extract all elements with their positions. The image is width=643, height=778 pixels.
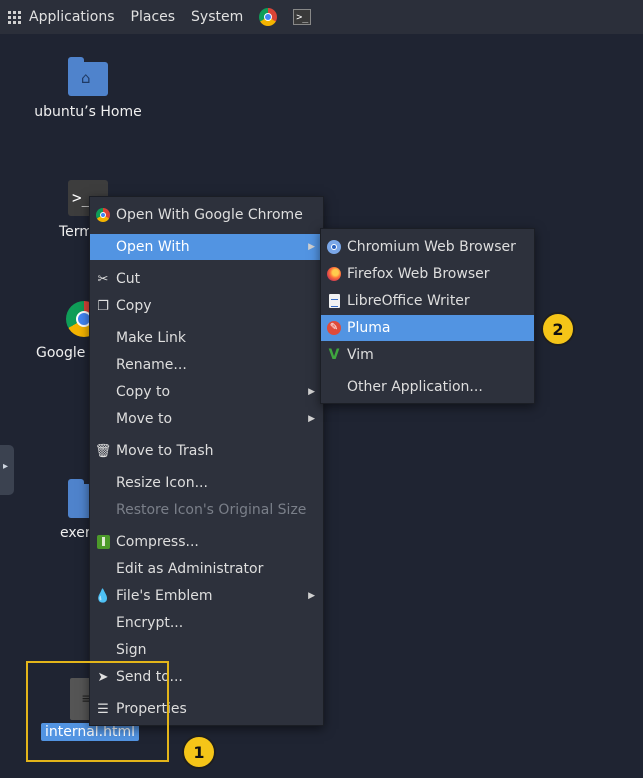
- places-menu[interactable]: Places: [131, 9, 176, 25]
- menu-item-edit-as-admin[interactable]: Edit as Administrator: [90, 556, 323, 582]
- menu-item-sign[interactable]: Sign: [90, 637, 323, 663]
- firefox-icon: [327, 267, 341, 281]
- highlight-box: [26, 661, 169, 762]
- menu-label: Other Application...: [347, 379, 483, 395]
- menu-label: Firefox Web Browser: [347, 266, 490, 282]
- submenu-item-vim[interactable]: V Vim: [321, 342, 534, 368]
- applications-menu[interactable]: Applications: [8, 9, 115, 25]
- menu-item-move-to-trash[interactable]: 🗑 Move to Trash: [90, 438, 323, 464]
- submenu-item-other-application[interactable]: Other Application...: [321, 374, 534, 400]
- menu-item-move-to[interactable]: Move to ▶: [90, 406, 323, 432]
- submenu-item-pluma[interactable]: ✎ Pluma: [321, 315, 534, 341]
- menu-label: Sign: [116, 642, 147, 658]
- trash-icon: 🗑: [94, 443, 112, 459]
- menu-label: Make Link: [116, 330, 186, 346]
- side-panel-handle[interactable]: [0, 445, 14, 495]
- home-folder-icon: ⌂: [68, 57, 108, 96]
- menu-label: Open With Google Chrome: [116, 207, 303, 223]
- terminal-icon: >_: [293, 9, 312, 25]
- menu-label: Vim: [347, 347, 374, 363]
- top-panel: Applications Places System >_: [0, 0, 643, 34]
- menu-item-rename[interactable]: Rename...: [90, 352, 323, 378]
- drop-icon: 💧: [94, 588, 112, 604]
- terminal-label: Term: [59, 224, 93, 240]
- chrome-icon: [96, 208, 110, 222]
- menu-label: Chromium Web Browser: [347, 239, 516, 255]
- menu-label: Edit as Administrator: [116, 561, 264, 577]
- vim-icon: V: [328, 347, 340, 363]
- menu-item-make-link[interactable]: Make Link: [90, 325, 323, 351]
- menu-label: Copy: [116, 298, 152, 314]
- menu-item-open-with-chrome[interactable]: Open With Google Chrome: [90, 202, 323, 228]
- menu-label: Compress...: [116, 534, 199, 550]
- desktop-icon-home[interactable]: ⌂ ubuntu’s Home: [30, 57, 146, 120]
- submenu-item-firefox[interactable]: Firefox Web Browser: [321, 261, 534, 287]
- menu-label: Cut: [116, 271, 141, 287]
- system-menu[interactable]: System: [191, 9, 243, 25]
- menu-item-open-with[interactable]: Open With ▶: [90, 234, 323, 260]
- applications-label: Applications: [29, 9, 115, 25]
- annotation-badge-1: 1: [182, 735, 216, 769]
- writer-icon: [328, 294, 340, 308]
- menu-item-restore-icon-size: Restore Icon's Original Size: [90, 497, 323, 523]
- submenu-arrow-icon: ▶: [308, 591, 315, 601]
- submenu-arrow-icon: ▶: [308, 387, 315, 397]
- terminal-launcher[interactable]: >_: [293, 9, 312, 25]
- menu-label: Copy to: [116, 384, 171, 400]
- menu-item-compress[interactable]: Compress...: [90, 529, 323, 555]
- menu-item-files-emblem[interactable]: 💧 File's Emblem ▶: [90, 583, 323, 609]
- copy-icon: ❐: [97, 298, 109, 314]
- menu-item-encrypt[interactable]: Encrypt...: [90, 610, 323, 636]
- home-label: ubuntu’s Home: [34, 104, 142, 120]
- home-icon: ⌂: [81, 69, 91, 87]
- menu-label: Restore Icon's Original Size: [116, 502, 307, 518]
- annotation-badge-2: 2: [541, 312, 575, 346]
- open-with-submenu: Chromium Web Browser Firefox Web Browser…: [320, 228, 535, 404]
- context-menu: Open With Google Chrome Open With ▶ ✂ Cu…: [89, 196, 324, 726]
- menu-label: Encrypt...: [116, 615, 184, 631]
- scissors-icon: ✂: [97, 271, 109, 287]
- system-label: System: [191, 9, 244, 25]
- archive-icon: [96, 535, 110, 549]
- menu-label: Open With: [116, 239, 190, 255]
- menu-item-copy-to[interactable]: Copy to ▶: [90, 379, 323, 405]
- menu-label: File's Emblem: [116, 588, 213, 604]
- menu-item-resize-icon[interactable]: Resize Icon...: [90, 470, 323, 496]
- chrome-launcher[interactable]: [259, 8, 278, 26]
- places-label: Places: [130, 9, 176, 25]
- pluma-icon: ✎: [327, 321, 341, 335]
- chromium-icon: [327, 240, 341, 254]
- menu-label: LibreOffice Writer: [347, 293, 470, 309]
- menu-label: Move to Trash: [116, 443, 214, 459]
- menu-item-copy[interactable]: ❐ Copy: [90, 293, 323, 319]
- folder-label: exer: [60, 525, 91, 541]
- submenu-arrow-icon: ▶: [308, 242, 315, 252]
- menu-label: Pluma: [347, 320, 391, 336]
- chrome-icon: [259, 8, 278, 26]
- submenu-item-chromium[interactable]: Chromium Web Browser: [321, 234, 534, 260]
- menu-label: Rename...: [116, 357, 187, 373]
- menu-label: Move to: [116, 411, 173, 427]
- submenu-item-libreoffice-writer[interactable]: LibreOffice Writer: [321, 288, 534, 314]
- menu-item-cut[interactable]: ✂ Cut: [90, 266, 323, 292]
- menu-label: Resize Icon...: [116, 475, 208, 491]
- submenu-arrow-icon: ▶: [308, 414, 315, 424]
- app-grid-icon: [8, 10, 21, 24]
